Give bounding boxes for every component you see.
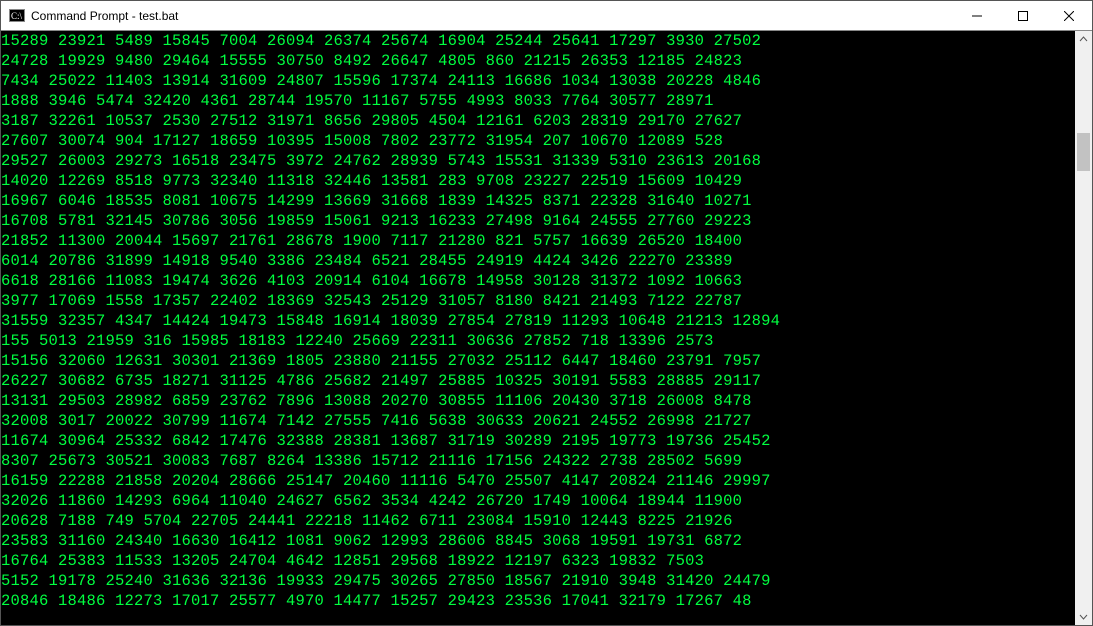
console-line: 16764 25383 11533 13205 24704 4642 12851… <box>1 551 1071 571</box>
maximize-button[interactable] <box>1000 1 1046 31</box>
close-button[interactable] <box>1046 1 1092 31</box>
console-line: 16967 6046 18535 8081 10675 14299 13669 … <box>1 191 1071 211</box>
minimize-button[interactable] <box>954 1 1000 31</box>
console-line: 3187 32261 10537 2530 27512 31971 8656 2… <box>1 111 1071 131</box>
console-line: 3977 17069 1558 17357 22402 18369 32543 … <box>1 291 1071 311</box>
console-line: 6014 20786 31899 14918 9540 3386 23484 6… <box>1 251 1071 271</box>
console-line: 31559 32357 4347 14424 19473 15848 16914… <box>1 311 1071 331</box>
vertical-scrollbar[interactable] <box>1075 31 1092 625</box>
console-line: 27607 30074 904 17127 18659 10395 15008 … <box>1 131 1071 151</box>
console-line: 32008 3017 20022 30799 11674 7142 27555 … <box>1 411 1071 431</box>
console-line: 16159 22288 21858 20204 28666 25147 2046… <box>1 471 1071 491</box>
console-line: 23583 31160 24340 16630 16412 1081 9062 … <box>1 531 1071 551</box>
titlebar[interactable]: C:\ Command Prompt - test.bat <box>1 1 1092 31</box>
window-frame: C:\ Command Prompt - test.bat 15289 2392… <box>0 0 1093 626</box>
console-line: 155 5013 21959 316 15985 18183 12240 256… <box>1 331 1071 351</box>
console-line: 32026 11860 14293 6964 11040 24627 6562 … <box>1 491 1071 511</box>
console-line: 11674 30964 25332 6842 17476 32388 28381… <box>1 431 1071 451</box>
cmd-icon: C:\ <box>9 8 25 24</box>
window-title: Command Prompt - test.bat <box>31 9 178 23</box>
console-line: 7434 25022 11403 13914 31609 24807 15596… <box>1 71 1071 91</box>
console-line: 13131 29503 28982 6859 23762 7896 13088 … <box>1 391 1071 411</box>
console-line: 8307 25673 30521 30083 7687 8264 13386 1… <box>1 451 1071 471</box>
console-line: 14020 12269 8518 9773 32340 11318 32446 … <box>1 171 1071 191</box>
console-line: 26227 30682 6735 18271 31125 4786 25682 … <box>1 371 1071 391</box>
svg-text:C:\: C:\ <box>11 11 23 21</box>
console-line: 1888 3946 5474 32420 4361 28744 19570 11… <box>1 91 1071 111</box>
console-line: 20628 7188 749 5704 22705 24441 22218 11… <box>1 511 1071 531</box>
scroll-down-button[interactable] <box>1075 608 1092 625</box>
console-line: 21852 11300 20044 15697 21761 28678 1900… <box>1 231 1071 251</box>
console-line: 5152 19178 25240 31636 32136 19933 29475… <box>1 571 1071 591</box>
console-line: 24728 19929 9480 29464 15555 30750 8492 … <box>1 51 1071 71</box>
console-line: 16708 5781 32145 30786 3056 19859 15061 … <box>1 211 1071 231</box>
client-area: 15289 23921 5489 15845 7004 26094 26374 … <box>1 31 1092 625</box>
scroll-thumb[interactable] <box>1077 133 1090 171</box>
console-line: 15156 32060 12631 30301 21369 1805 23880… <box>1 351 1071 371</box>
console-line: 29527 26003 29273 16518 23475 3972 24762… <box>1 151 1071 171</box>
console-output[interactable]: 15289 23921 5489 15845 7004 26094 26374 … <box>1 31 1075 625</box>
console-line: 20846 18486 12273 17017 25577 4970 14477… <box>1 591 1071 611</box>
console-line: 15289 23921 5489 15845 7004 26094 26374 … <box>1 31 1071 51</box>
console-line: 6618 28166 11083 19474 3626 4103 20914 6… <box>1 271 1071 291</box>
scroll-up-button[interactable] <box>1075 31 1092 48</box>
